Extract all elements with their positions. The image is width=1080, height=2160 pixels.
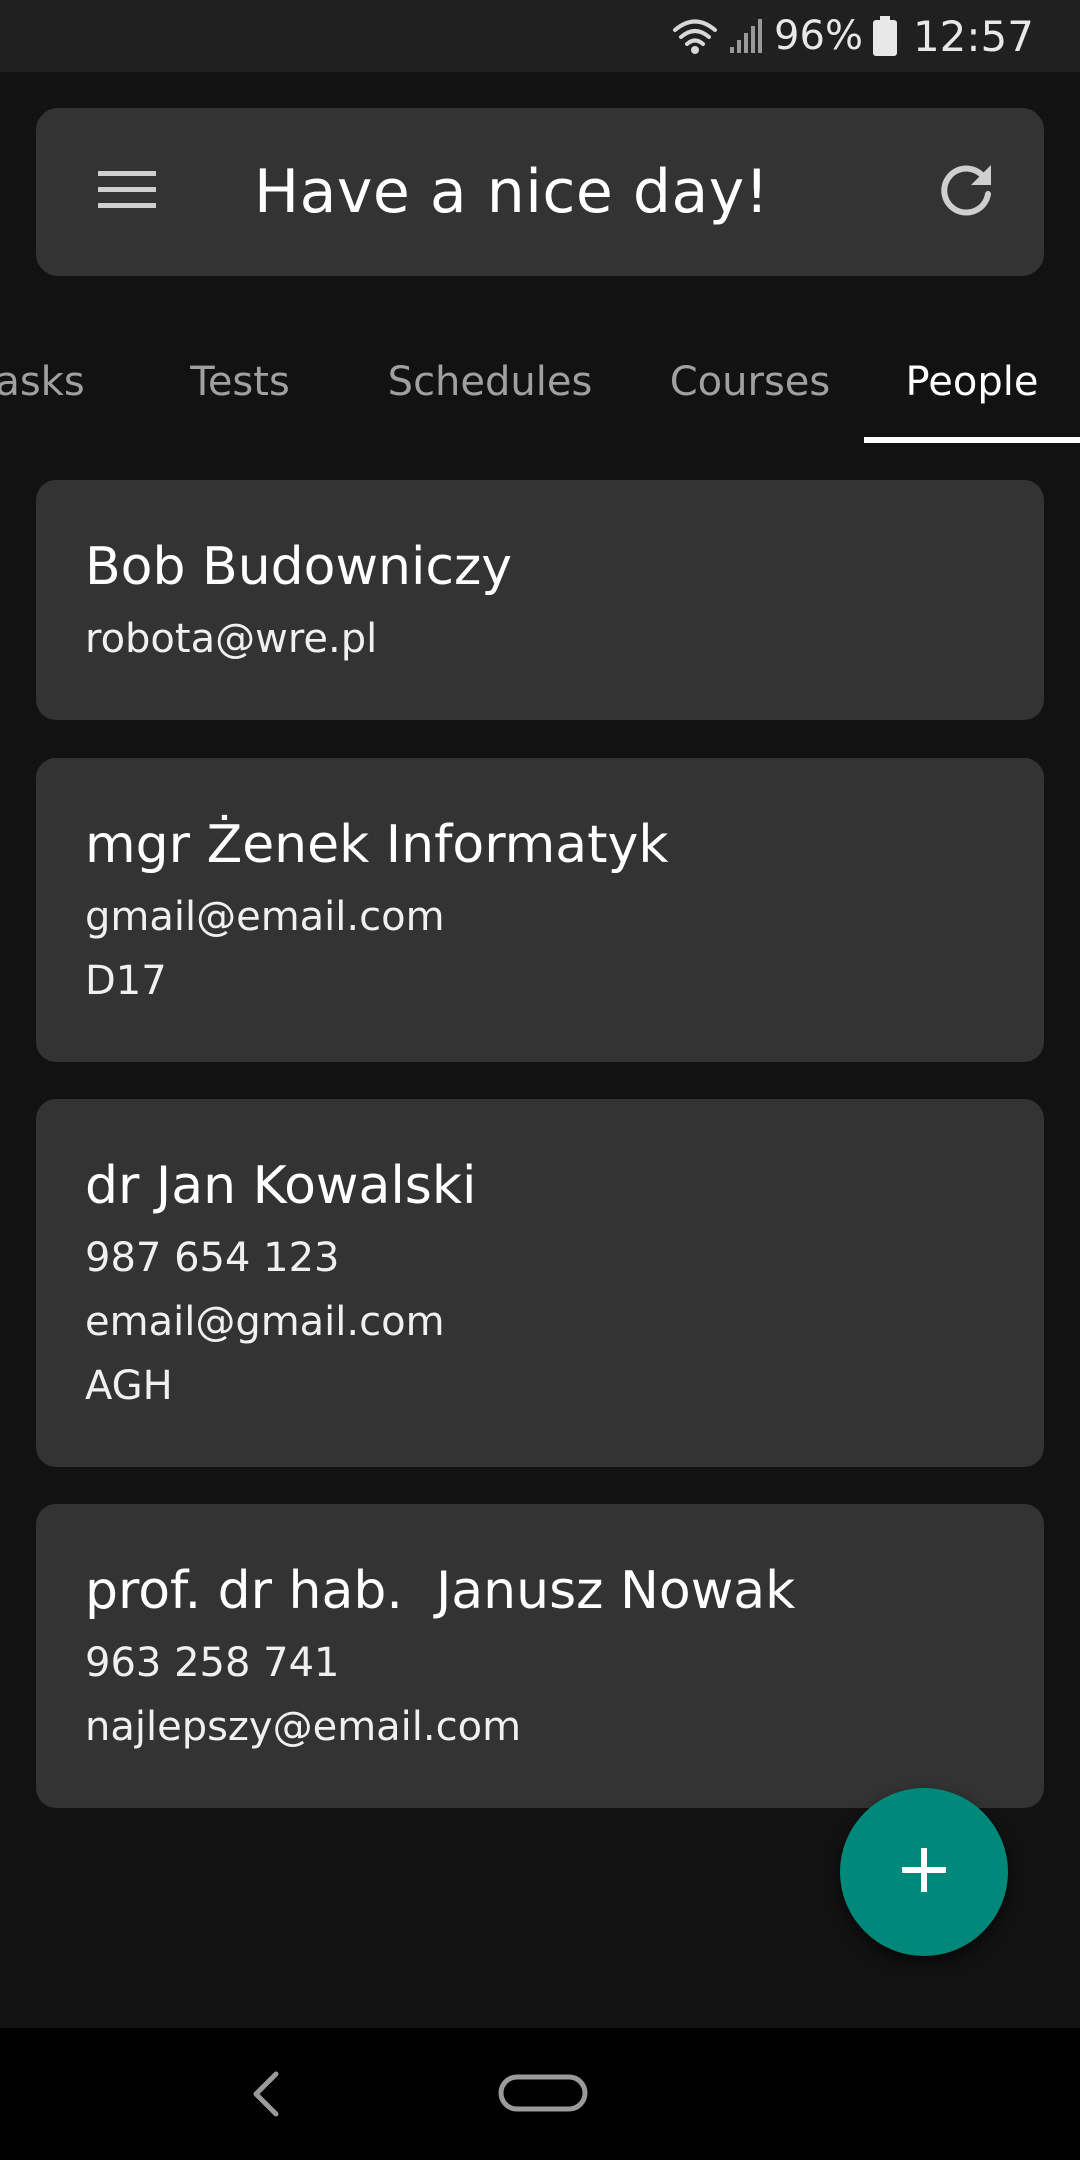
app-root: 96% 12:57 Have a nice day! asks Tests Sc… — [0, 0, 1080, 2160]
battery-percent: 96% — [774, 13, 863, 59]
person-name: Bob Budowniczy — [85, 537, 513, 597]
home-button[interactable] — [498, 2074, 588, 2114]
person-name: mgr Żenek Informatyk — [85, 815, 669, 875]
person-card[interactable]: Bob Budowniczy robota@wre.pl — [36, 480, 1044, 720]
home-icon — [498, 2074, 588, 2118]
tab-courses[interactable]: Courses — [640, 320, 860, 444]
person-room: AGH — [85, 1363, 173, 1409]
person-email: email@gmail.com — [85, 1299, 445, 1345]
status-bar: 96% 12:57 — [0, 0, 1080, 72]
tab-bar: asks Tests Schedules Courses People — [0, 320, 1080, 444]
person-email: gmail@email.com — [85, 894, 445, 940]
wifi-icon — [672, 17, 718, 55]
person-phone: 963 258 741 — [85, 1640, 340, 1686]
add-person-button[interactable] — [840, 1788, 1008, 1956]
signal-icon — [728, 17, 764, 55]
plus-icon — [902, 1848, 946, 1896]
top-app-bar: Have a nice day! — [36, 108, 1044, 276]
back-icon — [246, 2071, 286, 2124]
tab-people[interactable]: People — [880, 320, 1064, 444]
battery-icon — [872, 16, 897, 56]
person-email: robota@wre.pl — [85, 616, 378, 662]
person-name: prof. dr hab. Janusz Nowak — [85, 1561, 796, 1621]
back-button[interactable] — [246, 2068, 286, 2120]
tab-indicator — [864, 437, 1080, 443]
person-phone: 987 654 123 — [85, 1235, 340, 1281]
tab-tests[interactable]: Tests — [150, 320, 330, 444]
menu-icon — [98, 169, 156, 215]
tab-schedules[interactable]: Schedules — [370, 320, 610, 444]
person-email: najlepszy@email.com — [85, 1704, 522, 1750]
menu-button[interactable] — [92, 157, 162, 227]
person-room: D17 — [85, 958, 167, 1004]
system-nav-bar — [0, 2028, 1080, 2160]
person-name: dr Jan Kowalski — [85, 1156, 477, 1216]
app-title: Have a nice day! — [254, 157, 770, 227]
person-card[interactable]: prof. dr hab. Janusz Nowak 963 258 741 n… — [36, 1504, 1044, 1808]
person-card[interactable]: dr Jan Kowalski 987 654 123 email@gmail.… — [36, 1099, 1044, 1467]
refresh-button[interactable] — [926, 152, 1006, 232]
refresh-icon — [937, 161, 995, 223]
clock: 12:57 — [912, 11, 1034, 61]
tab-tasks[interactable]: asks — [0, 320, 100, 444]
person-card[interactable]: mgr Żenek Informatyk gmail@email.com D17 — [36, 758, 1044, 1062]
